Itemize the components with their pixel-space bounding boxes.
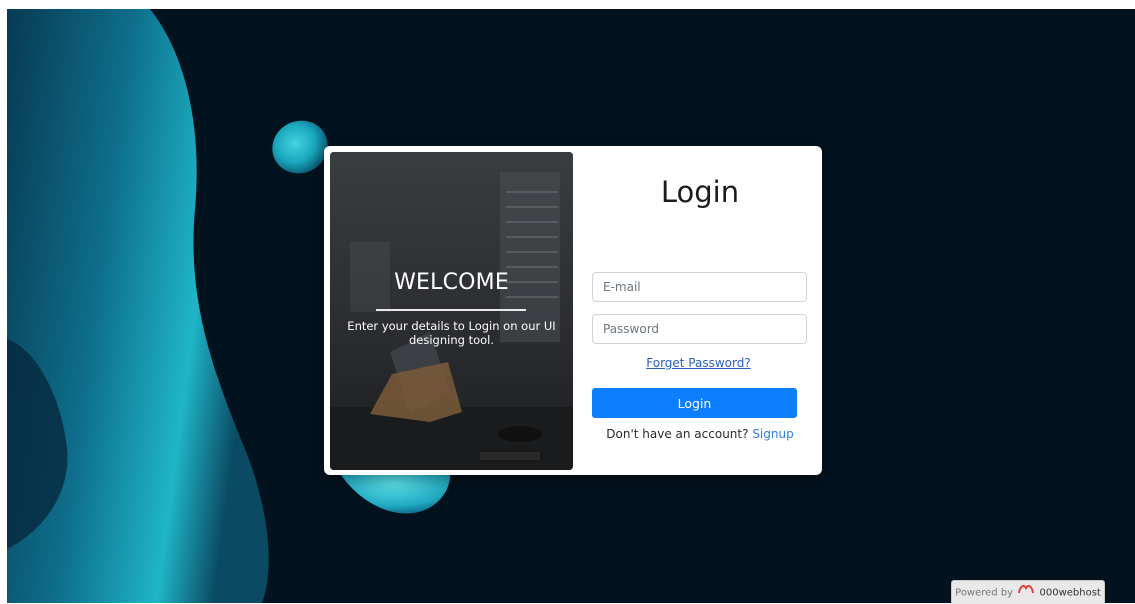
welcome-divider bbox=[376, 309, 526, 311]
page-background: WELCOME Enter your details to Login on o… bbox=[7, 9, 1135, 603]
webhost-logo-icon bbox=[1018, 581, 1035, 604]
welcome-panel: WELCOME Enter your details to Login on o… bbox=[330, 152, 573, 470]
email-input[interactable] bbox=[592, 272, 807, 302]
password-input[interactable] bbox=[592, 314, 807, 344]
laptop-background-image bbox=[330, 152, 573, 470]
signup-link[interactable]: Signup bbox=[752, 427, 793, 441]
signup-row: Don't have an account? Signup bbox=[592, 427, 808, 441]
login-title: Login bbox=[660, 175, 740, 209]
welcome-description: Enter your details to Login on our UI de… bbox=[347, 319, 556, 347]
welcome-title: WELCOME bbox=[394, 270, 509, 295]
powered-by-label: Powered by bbox=[955, 587, 1014, 599]
login-card: WELCOME Enter your details to Login on o… bbox=[324, 146, 822, 475]
webhost-brand: 000webhost bbox=[1039, 587, 1101, 599]
forget-password-link[interactable]: Forget Password? bbox=[592, 356, 805, 370]
powered-by-badge[interactable]: Powered by 000webhost bbox=[951, 580, 1105, 604]
signup-prompt: Don't have an account? bbox=[606, 427, 749, 441]
login-button[interactable]: Login bbox=[592, 388, 797, 418]
